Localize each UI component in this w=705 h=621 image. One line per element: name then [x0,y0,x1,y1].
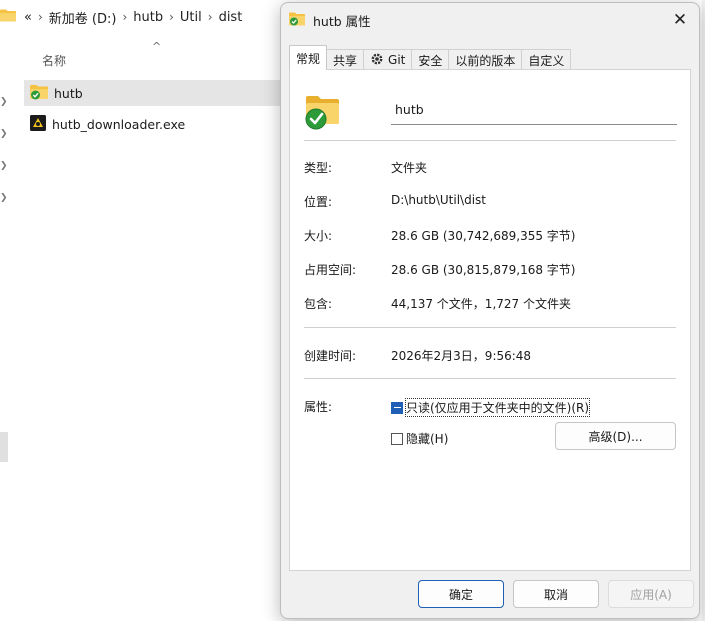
file-row-hutb-downloader[interactable]: hutb_downloader.exe [24,111,280,137]
location-value: D:\hutb\Util\dist [391,193,487,207]
tab-git[interactable]: Git [363,49,413,70]
nav-expand-icon[interactable]: ❯ [0,193,8,203]
chevron-right-icon: › [207,10,213,24]
folder-icon [0,9,16,26]
nav-expand-icon[interactable]: ❯ [0,97,8,107]
tab-label: 以前的版本 [455,53,516,68]
git-gear-icon [370,52,384,69]
cancel-button[interactable]: 取消 [513,580,599,608]
chevron-right-icon: › [37,10,43,24]
sort-up-icon: ^ [152,40,162,53]
tab-sharing[interactable]: 共享 [326,49,365,70]
nav-expand-icon[interactable]: ❯ [0,161,8,171]
breadcrumb-item-dist[interactable]: dist [219,10,243,25]
tab-label: 自定义 [528,53,565,68]
chevron-right-icon: › [122,10,128,24]
contains-value: 44,137 个文件，1,727 个文件夹 [391,297,571,311]
chevron-right-icon: › [169,10,174,24]
size-on-disk-label: 占用空间: [304,263,357,277]
file-name: hutb [54,85,83,101]
properties-dialog: hutb 属性 ✕ 常规 共享 Git 安全 以前的版本 自定义 类型: 文件夹… [280,2,700,619]
folder-sync-icon [30,84,48,103]
close-icon: ✕ [672,10,688,30]
location-label: 位置: [304,195,333,209]
folder-name-input[interactable] [391,95,677,125]
file-row-hutb[interactable]: hutb [24,80,280,106]
type-label: 类型: [304,161,333,175]
hidden-checkbox-label: 隐藏(H) [406,432,449,446]
nav-expand-icon[interactable]: ❯ [0,129,8,139]
tab-bar: 常规 共享 Git 安全 以前的版本 自定义 [289,45,572,70]
size-on-disk-value: 28.6 GB (30,815,879,168 字节) [391,263,576,277]
divider [304,327,676,328]
tab-label: Git [388,53,406,67]
tab-general[interactable]: 常规 [289,45,328,70]
readonly-checkbox[interactable]: 只读(仅应用于文件夹中的文件)(R) [391,398,591,417]
close-button[interactable]: ✕ [667,7,693,33]
type-value: 文件夹 [391,161,428,175]
divider [304,378,676,379]
advanced-button[interactable]: 高级(D)... [555,422,676,450]
hidden-checkbox[interactable]: 隐藏(H) [391,430,448,447]
dialog-titlebar[interactable]: hutb 属性 ✕ [281,3,699,37]
tab-label: 常规 [296,51,321,66]
tab-label: 共享 [333,53,358,68]
nav-pane-scrollbar[interactable] [0,432,8,462]
address-bar[interactable]: « › 新加卷 (D:) › hutb › Util › dist [0,0,290,34]
checkbox-indeterminate-icon [391,401,403,414]
created-value: 2026年2月3日，9:56:48 [391,349,532,363]
created-label: 创建时间: [304,349,357,363]
folder-sync-icon [304,92,340,135]
exe-app-icon [30,114,46,134]
folder-sync-icon [289,12,305,29]
checkbox-empty-icon [391,432,403,445]
contains-label: 包含: [304,297,333,311]
apply-button[interactable]: 应用(A) [608,580,694,608]
tab-security[interactable]: 安全 [411,49,450,70]
readonly-checkbox-label: 只读(仅应用于文件夹中的文件)(R) [404,398,591,417]
general-tab-panel: 类型: 文件夹 位置: D:\hutb\Util\dist 大小: 28.6 G… [289,69,691,571]
size-value: 28.6 GB (30,742,689,355 字节) [391,229,576,243]
file-name: hutb_downloader.exe [52,116,186,132]
divider [304,140,676,141]
breadcrumb-item-util[interactable]: Util [180,10,202,25]
breadcrumb-item-drive[interactable]: 新加卷 (D:) [49,8,117,27]
breadcrumb-item-hutb[interactable]: hutb [133,10,163,25]
attributes-label: 属性: [304,400,333,414]
tab-label: 安全 [418,53,443,68]
ok-button[interactable]: 确定 [418,580,504,608]
tab-previous-versions[interactable]: 以前的版本 [448,49,523,70]
column-header-name[interactable]: 名称 [42,52,66,69]
breadcrumb-overflow[interactable]: « [24,10,32,25]
dialog-title: hutb 属性 [313,13,371,29]
tab-customize[interactable]: 自定义 [521,49,572,70]
size-label: 大小: [304,229,333,243]
